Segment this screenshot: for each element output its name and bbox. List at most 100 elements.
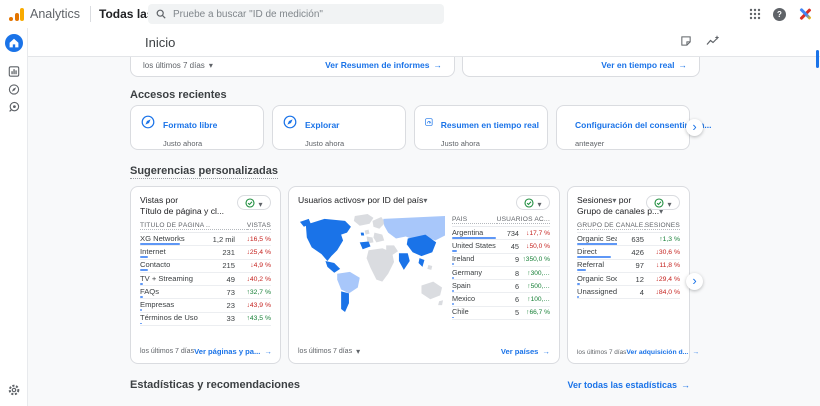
bar-indicator <box>140 309 142 311</box>
row-value: 23 <box>208 301 235 310</box>
row-value: 426 <box>617 248 644 257</box>
notes-icon[interactable] <box>680 35 692 47</box>
chevron-down-icon <box>423 195 427 205</box>
row-label: Unassigned <box>577 287 617 296</box>
card-dimension[interactable]: por ID del país <box>367 195 423 205</box>
status-pill[interactable] <box>237 195 271 210</box>
row-value: 635 <box>617 235 644 244</box>
brand-label: Analytics <box>30 7 80 21</box>
table-row: Internet231↓25,4 % <box>140 246 271 259</box>
view-realtime-link[interactable]: Ver en tiempo real <box>601 60 687 70</box>
row-delta: ↑1,3 % <box>644 236 680 243</box>
recent-item-label: Resumen en tiempo real <box>441 120 539 130</box>
table-row: Mexico6↑100,… <box>452 293 550 306</box>
help-icon[interactable] <box>773 8 786 21</box>
row-label: Referral <box>577 260 617 269</box>
row-label: Direct <box>577 247 617 256</box>
row-value: 9 <box>497 255 519 264</box>
row-label: Contacto <box>140 260 208 269</box>
analytics-home-page: Analytics Todas las cuentas Pruebe a bus… <box>0 0 820 406</box>
view-acquisition-link[interactable]: Ver adquisición d... <box>626 349 699 356</box>
card-title-line2[interactable]: Título de página y cl... <box>140 206 233 217</box>
sidebar-item-reports[interactable] <box>8 66 19 77</box>
channels-table: Organic Search635↑1,3 % Direct426↓30,6 %… <box>577 233 680 299</box>
row-label: Mexico <box>452 294 497 303</box>
view-all-insights-link[interactable]: Ver todas las estadísticas <box>567 380 690 390</box>
bar-indicator <box>452 317 454 319</box>
chevron-down-icon <box>537 194 541 212</box>
row-delta: ↑300,… <box>519 270 550 277</box>
recent-item-explorar[interactable]: ExplorarJusto ahora <box>272 105 406 150</box>
status-pill[interactable] <box>646 195 680 210</box>
left-nav <box>0 28 28 406</box>
row-label: Organic Social <box>577 274 617 283</box>
recent-item-label: Formato libre <box>163 120 217 130</box>
table-row: Direct426↓30,6 % <box>577 246 680 259</box>
view-countries-link[interactable]: Ver países <box>501 347 550 356</box>
row-label: TV + Streaming <box>140 274 208 283</box>
bar-indicator <box>140 296 143 298</box>
column-header-dimension: TÍTULO DE PÁGINA .. <box>140 222 247 230</box>
avatar[interactable] <box>798 7 812 21</box>
sidebar-item-admin[interactable] <box>8 384 20 396</box>
row-delta: ↓11,8 % <box>644 262 680 269</box>
apps-grid-icon[interactable] <box>749 8 761 20</box>
bar-indicator <box>452 237 496 239</box>
column-header-metric: USUARIOS AC... <box>497 216 550 224</box>
row-value: 231 <box>208 248 235 257</box>
table-row: United States45↓50,0 % <box>452 240 550 253</box>
insights-section: Estadísticas y recomendaciones Ver todas… <box>130 379 690 391</box>
sidebar-item-advertising[interactable] <box>8 101 20 113</box>
row-delta: ↑66,7 % <box>519 309 550 316</box>
scrollbar-thumb[interactable] <box>816 50 819 68</box>
row-delta: ↑32,7 % <box>235 289 271 296</box>
table-row: Germany8↑300,… <box>452 267 550 280</box>
row-value: 45 <box>497 242 519 251</box>
recent-item-realtime[interactable]: Resumen en tiempo real Justo ahora <box>414 105 548 150</box>
status-pill[interactable] <box>516 195 550 210</box>
table-row: Unassigned4↓84,0 % <box>577 286 680 299</box>
sidebar-item-home[interactable] <box>5 34 23 52</box>
card-metric[interactable]: Sesiones <box>577 195 612 205</box>
home-icon <box>9 38 19 48</box>
search-input[interactable]: Pruebe a buscar "ID de medición" <box>148 4 444 24</box>
sidebar-item-explore[interactable] <box>8 84 19 95</box>
countries-table: PAÍS USUARIOS AC... Argentina734↓17,7 % … <box>452 211 550 320</box>
carousel-next-button[interactable] <box>686 273 703 290</box>
bar-indicator <box>140 243 180 245</box>
section-title-suggestions: Sugerencias personalizadas <box>130 165 278 179</box>
recent-item-consent-settings[interactable]: Configuración del consentimien...anteaye… <box>556 105 690 150</box>
explore-icon <box>8 84 19 95</box>
date-range-selector[interactable]: los últimos 7 días <box>298 347 360 356</box>
carousel-next-button[interactable] <box>686 119 703 136</box>
insights-sparkline-icon[interactable] <box>706 35 720 47</box>
bar-indicator <box>577 296 579 298</box>
recent-item-time: anteayer <box>575 139 604 148</box>
card-dimension[interactable]: Grupo de canales p... <box>577 206 659 216</box>
view-pages-link[interactable]: Ver páginas y pa... <box>194 347 272 356</box>
row-value: 33 <box>208 314 235 323</box>
date-range-label: los últimos 7 días <box>140 348 194 355</box>
table-row: XG Networks1,2 mil↓16,5 % <box>140 233 271 246</box>
row-value: 8 <box>497 269 519 278</box>
date-range-label: los últimos 7 días <box>143 61 205 70</box>
card-title-line1[interactable]: Vistas por <box>140 195 233 206</box>
card-metric[interactable]: Usuarios activos <box>298 195 361 205</box>
row-delta: ↑100,… <box>519 296 550 303</box>
view-reports-snapshot-link[interactable]: Ver Resumen de informes <box>325 60 442 70</box>
row-delta: ↓84,0 % <box>644 289 680 296</box>
bar-indicator <box>452 290 454 292</box>
row-label: Organic Search <box>577 234 617 243</box>
chevron-down-icon <box>356 347 360 356</box>
chevron-down-icon <box>361 195 365 205</box>
recent-item-time: Justo ahora <box>441 139 480 148</box>
overview-card: los últimos 7 días Ver Resumen de inform… <box>130 57 455 77</box>
section-title-recent: Accesos recientes <box>130 89 227 101</box>
realtime-card: Ver en tiempo real <box>462 57 700 77</box>
recent-item-formato-libre[interactable]: Formato libreJusto ahora <box>130 105 264 150</box>
row-delta: ↓30,6 % <box>644 249 680 256</box>
table-header: TÍTULO DE PÁGINA .. VISTAS <box>140 222 271 233</box>
date-range-selector[interactable]: los últimos 7 días <box>143 61 213 70</box>
page-title: Inicio <box>145 35 175 50</box>
world-map <box>298 211 445 315</box>
